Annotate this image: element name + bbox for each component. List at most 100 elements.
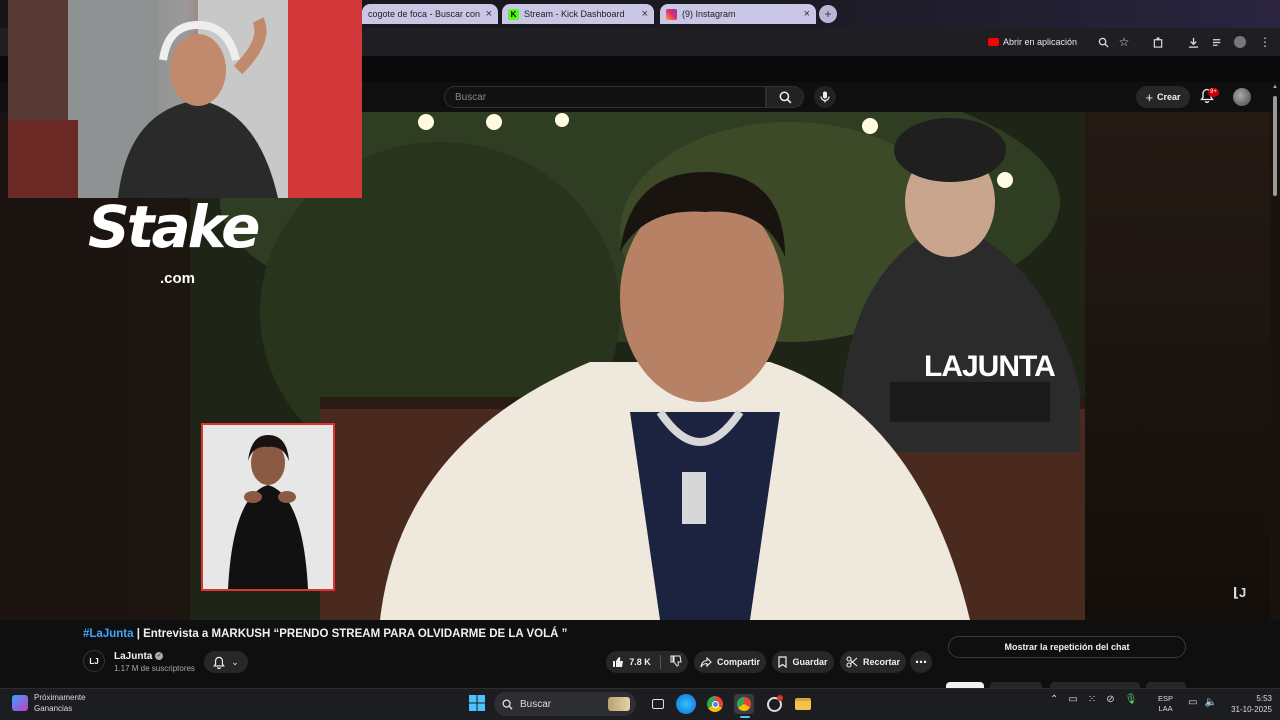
quick-settings[interactable]: ▭ 🔈 — [1188, 697, 1217, 708]
verified-icon: ✓ — [155, 652, 164, 661]
tab-label: Stream - Kick Dashboard — [524, 9, 625, 19]
input-language-indicator[interactable]: ESP LAA — [1158, 694, 1173, 714]
clock-time: 5:53 — [1256, 694, 1272, 703]
tray-network-off-icon[interactable]: ⊘ — [1106, 694, 1114, 705]
channel-name-text: LaJunta — [114, 651, 153, 662]
media-control-icon[interactable] — [1209, 34, 1225, 50]
microphone-icon — [820, 91, 830, 103]
menu-kebab-icon[interactable]: ⋮ — [1257, 34, 1273, 50]
account-avatar[interactable] — [1233, 88, 1251, 106]
close-tab-icon[interactable]: × — [642, 8, 648, 20]
file-explorer-icon[interactable] — [793, 694, 813, 714]
widgets-line2: Ganancias — [34, 704, 73, 713]
stake-sponsor-logo: Stake .com — [88, 196, 278, 296]
sign-language-interpreter-box — [201, 423, 335, 591]
extensions-icon[interactable] — [1150, 34, 1166, 50]
taskbar-clock[interactable]: 5:53 31-10-2025 — [1222, 693, 1272, 715]
close-tab-icon[interactable]: × — [804, 8, 810, 20]
open-in-app-label: Abrir en aplicación — [1003, 37, 1078, 47]
scroll-up-icon[interactable]: ▲ — [1272, 84, 1278, 90]
show-chat-replay-button[interactable]: Mostrar la repetición del chat — [948, 636, 1186, 658]
create-button[interactable]: + Crear — [1136, 86, 1190, 108]
widgets-line1: Próximamente — [34, 693, 86, 702]
download-icon[interactable] — [1185, 34, 1201, 50]
subscription-bell-button[interactable]: ⌄ — [204, 651, 248, 673]
tab-label: cogote de foca - Buscar con G — [368, 9, 481, 19]
chevron-down-icon: ⌄ — [231, 656, 239, 667]
clock-date: 31-10-2025 — [1231, 705, 1272, 714]
search-icon — [779, 91, 791, 103]
zoom-icon[interactable] — [1095, 34, 1111, 50]
task-view-icon[interactable] — [648, 694, 668, 714]
chevron-up-icon[interactable]: ⌃ — [1050, 694, 1058, 705]
chat-replay-label: Mostrar la repetición del chat — [1004, 642, 1130, 652]
share-label: Compartir — [716, 657, 760, 667]
new-tab-button[interactable]: + — [819, 5, 837, 23]
sponsor-name: Stake — [88, 193, 260, 261]
search-highlight-icon — [608, 697, 630, 711]
lang-line2: LAA — [1158, 704, 1173, 713]
clip-button[interactable]: Recortar — [840, 651, 906, 673]
more-horizontal-icon: ⋯ — [915, 655, 927, 669]
plus-icon: + — [1145, 89, 1154, 105]
recording-dot-icon — [777, 695, 783, 701]
windows-logo-icon — [469, 695, 485, 711]
hashtag-link[interactable]: #LaJunta — [83, 628, 134, 640]
tab-bing-search[interactable]: cogote de foca - Buscar con G × — [362, 4, 498, 24]
share-icon — [700, 656, 712, 667]
lang-line1: ESP — [1158, 694, 1174, 703]
microphone-icon[interactable]: 🎙 — [1125, 694, 1138, 705]
clip-label: Recortar — [862, 657, 900, 667]
widgets-icon — [12, 695, 28, 711]
streamer-webcam-overlay — [8, 0, 362, 198]
thumbs-up-icon — [613, 657, 624, 667]
player-side-panel — [1085, 112, 1270, 620]
tray-grid-icon[interactable]: ⁙ — [1088, 694, 1096, 705]
widgets-text: Próximamente Ganancias — [34, 692, 86, 714]
obs-icon[interactable] — [764, 694, 784, 714]
channel-avatar[interactable]: LJ — [83, 650, 105, 672]
close-tab-icon[interactable]: × — [486, 8, 492, 20]
bell-icon — [213, 656, 226, 669]
like-count: 7.8 K — [629, 657, 651, 667]
dislike-button[interactable] — [670, 655, 682, 669]
taskbar-search-label: Buscar — [520, 698, 552, 710]
channel-name[interactable]: LaJunta ✓ — [114, 651, 164, 662]
page-scrollbar-thumb[interactable] — [1273, 96, 1277, 196]
instagram-icon — [666, 8, 677, 20]
profile-icon[interactable] — [1232, 34, 1248, 50]
thumbs-down-icon — [670, 655, 682, 667]
tray-app-icon[interactable]: ▭ — [1068, 694, 1077, 705]
like-dislike-group: 7.8 K — [606, 651, 688, 673]
channel-watermark-icon[interactable]: ⌊J — [1233, 585, 1251, 603]
voice-search-button[interactable] — [814, 86, 836, 108]
open-in-app-button[interactable]: Abrir en aplicación — [988, 34, 1077, 50]
active-app-indicator — [740, 716, 750, 718]
like-button[interactable]: 7.8 K — [612, 656, 651, 668]
tab-label: (9) Instagram — [682, 9, 736, 19]
start-button[interactable] — [468, 694, 488, 714]
chrome-icon[interactable] — [705, 694, 725, 714]
edge-icon[interactable] — [676, 694, 696, 714]
save-button[interactable]: Guardar — [772, 651, 834, 673]
search-input[interactable]: Buscar — [444, 86, 766, 108]
tab-kick-dashboard[interactable]: K Stream - Kick Dashboard × — [502, 4, 654, 24]
lajunta-watermark: LAJUNTA — [924, 350, 1056, 383]
chrome-active-icon[interactable] — [734, 694, 754, 714]
interpreter-figure — [228, 435, 308, 589]
subscriber-count: 1.17 M de suscriptores — [114, 664, 195, 673]
system-tray: ⌃ ▭ ⁙ ⊘ 🎙 — [1050, 694, 1137, 705]
video-title-text: | Entrevista a MARKUSH “PRENDO STREAM PA… — [133, 628, 568, 640]
bookmark-star-icon[interactable]: ☆ — [1116, 34, 1132, 50]
taskbar-search[interactable]: Buscar — [494, 692, 636, 716]
search-button[interactable] — [766, 86, 804, 108]
youtube-icon — [988, 38, 999, 46]
volume-icon: 🔈 — [1204, 697, 1217, 708]
widgets-button[interactable]: Próximamente Ganancias — [12, 692, 86, 714]
notification-count-badge: 9+ — [1208, 88, 1219, 97]
share-button[interactable]: Compartir — [694, 651, 766, 673]
more-actions-button[interactable]: ⋯ — [910, 651, 932, 673]
tab-instagram[interactable]: (9) Instagram × — [660, 4, 816, 24]
save-label: Guardar — [792, 657, 828, 667]
search-placeholder: Buscar — [455, 92, 487, 103]
